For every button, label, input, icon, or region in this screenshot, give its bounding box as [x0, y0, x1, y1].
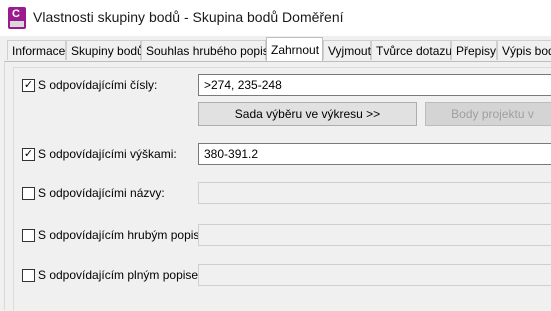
tab-vypis-bodu[interactable]: Výpis bodů [497, 40, 551, 60]
full-description-label: S odpovídajícím plným popisem: [38, 268, 212, 282]
names-label: S odpovídajícími názvy: [38, 186, 165, 200]
elevations-checkbox[interactable]: ✓ [22, 147, 35, 161]
row-raw-description: S odpovídajícím hrubým popisem: [22, 228, 219, 242]
window-title: Vlastnosti skupiny bodů - Skupina bodů D… [33, 9, 344, 25]
row-numbers: ✓ S odpovídajícími čísly: [22, 78, 157, 92]
tab-tvurce-dotazu[interactable]: Tvůrce dotazu [371, 40, 452, 60]
raw-description-label: S odpovídajícím hrubým popisem: [38, 228, 220, 242]
numbers-checkbox[interactable]: ✓ [22, 78, 35, 92]
elevations-input[interactable]: 380-391.2 [198, 143, 551, 165]
tab-prepisy[interactable]: Přepisy [451, 40, 497, 60]
check-mark-icon: ✓ [23, 78, 34, 91]
tab-strip: Informace Skupiny bodů Souhlas hrubého p… [0, 37, 551, 61]
title-bar: C Vlastnosti skupiny bodů - Skupina bodů… [0, 0, 551, 36]
full-description-input[interactable] [198, 264, 551, 286]
app-icon-letter: C [12, 8, 20, 20]
row-elevations: ✓ S odpovídajícími výškami: [22, 147, 177, 161]
selection-set-button[interactable]: Sada výběru ve výkresu >> [198, 102, 417, 126]
elevations-label: S odpovídajícími výškami: [38, 147, 177, 161]
tab-zahrnout[interactable]: Zahrnout [266, 37, 323, 61]
tab-souhlas-hrubeho-popisu[interactable]: Souhlas hrubého popisu [141, 40, 275, 60]
row-names: S odpovídajícími názvy: [22, 186, 165, 200]
tab-skupiny-bodu[interactable]: Skupiny bodů [66, 40, 144, 60]
numbers-label: S odpovídajícími čísly: [38, 78, 158, 92]
tab-informace[interactable]: Informace [7, 40, 66, 60]
full-description-checkbox[interactable] [22, 268, 35, 282]
names-checkbox[interactable] [22, 186, 35, 200]
names-input[interactable] [198, 182, 551, 204]
project-points-button[interactable]: Body projektu v [425, 102, 551, 126]
tab-vyjmout[interactable]: Vyjmout [323, 40, 371, 60]
row-full-description: S odpovídajícím plným popisem: [22, 268, 211, 282]
civil3d-app-icon[interactable]: C [8, 7, 26, 29]
check-mark-icon: ✓ [23, 147, 34, 160]
numbers-input[interactable]: >274, 235-248 [198, 74, 551, 96]
app-icon-tag [10, 21, 24, 27]
raw-description-checkbox[interactable] [22, 228, 35, 242]
raw-description-input[interactable] [198, 224, 551, 246]
